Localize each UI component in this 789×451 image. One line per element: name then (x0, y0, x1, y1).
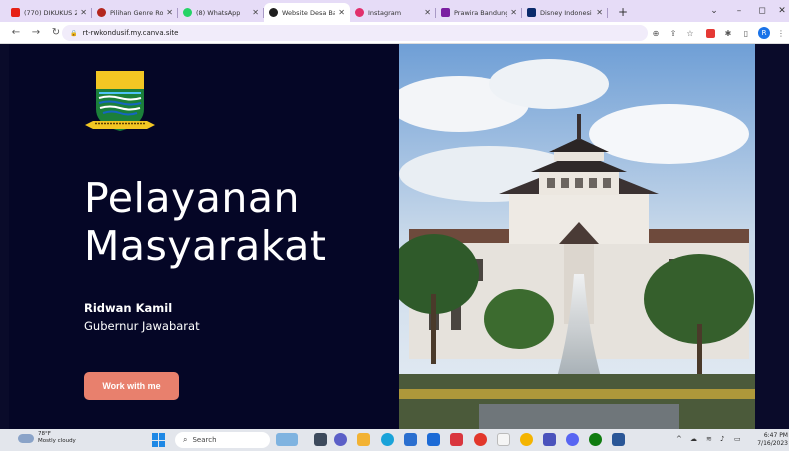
tab-favicon-icon (11, 8, 20, 17)
browser-tab[interactable]: Website Desa Ba ✕ (264, 3, 350, 22)
taskbar-search-label: Search (192, 436, 217, 444)
tab-close-icon[interactable]: ✕ (338, 8, 345, 17)
tab-label: Pilihan Genre Ro (110, 8, 164, 17)
app-icon-blue[interactable] (427, 433, 440, 446)
gedung-sate-photo (399, 44, 755, 429)
battery-icon[interactable]: ▭ (734, 435, 741, 443)
weather-widget[interactable]: 78°F Mostly cloudy (18, 431, 76, 445)
tab-close-icon[interactable]: ✕ (510, 8, 517, 17)
browser-tab[interactable]: Prawira Bandung ✕ (436, 3, 522, 22)
tab-strip: (770) DIKUKUS 2 ✕ Pilihan Genre Ro ✕ (8) Wha… (0, 0, 789, 22)
windows-taskbar: 78°F Mostly cloudy ⌕ Search ^ ☁ ≋ ♪ ▭ 6:… (0, 429, 789, 451)
back-icon[interactable]: ← (6, 27, 26, 38)
page-right-gutter (755, 44, 789, 429)
new-tab-button[interactable]: + (612, 3, 634, 22)
tab-label: (770) DIKUKUS 2 (24, 8, 78, 17)
profile-avatar[interactable]: R (758, 27, 770, 39)
tab-close-icon[interactable]: ✕ (252, 8, 259, 17)
opera-icon[interactable] (474, 433, 487, 446)
hero-headline: Pelayanan Masyarakat (84, 174, 326, 270)
browser-tab[interactable]: Instagram ✕ (350, 3, 436, 22)
browser-tab[interactable]: Disney Indonesi ✕ (522, 3, 608, 22)
task-view-icon[interactable] (314, 433, 327, 446)
clock-date: 7/16/2023 (757, 440, 788, 447)
address-bar[interactable]: 🔒 rt-rwkondusif.my.canva.site (62, 25, 648, 41)
notepad-icon[interactable] (497, 433, 510, 446)
edge-icon[interactable] (381, 433, 394, 446)
file-explorer-icon[interactable] (357, 433, 370, 446)
weather-desc: Mostly cloudy (38, 438, 76, 444)
tab-label: Website Desa Ba (282, 8, 336, 17)
taskbar-clock[interactable]: 6:47 PM 7/16/2023 (754, 432, 788, 448)
app-icon-red[interactable] (450, 433, 463, 446)
clock-time: 6:47 PM (763, 432, 788, 439)
tray-chevron-icon[interactable]: ^ (676, 435, 682, 443)
windows-start-icon[interactable] (152, 433, 166, 447)
tab-close-icon[interactable]: ✕ (80, 8, 87, 17)
volume-icon[interactable]: ♪ (720, 435, 724, 443)
tab-favicon-icon (527, 8, 536, 17)
person-name: Ridwan Kamil (84, 301, 173, 315)
website-page: Pelayanan Masyarakat Ridwan Kamil Gubern… (0, 44, 789, 429)
browser-toolbar: ← → ↻ 🔒 rt-rwkondusif.my.canva.site ⊕ ⇪ … (0, 22, 789, 44)
tab-favicon-icon (441, 8, 450, 17)
menu-kebab-icon[interactable]: ⋮ (775, 27, 787, 39)
headline-line-1: Pelayanan (84, 174, 300, 222)
chrome-icon[interactable] (520, 433, 533, 446)
xbox-icon[interactable] (589, 433, 602, 446)
tab-separator (607, 8, 608, 18)
taskbar-search[interactable]: ⌕ Search (175, 432, 270, 448)
headline-line-2: Masyarakat (84, 222, 327, 270)
browser-tab[interactable]: Pilihan Genre Ro ✕ (92, 3, 178, 22)
tab-favicon-icon (355, 8, 364, 17)
word-icon[interactable] (612, 433, 625, 446)
person-role: Gubernur Jawabarat (84, 319, 200, 333)
cloud-icon (18, 433, 34, 443)
tab-label: Instagram (368, 8, 402, 17)
tab-label: (8) WhatsApp (196, 8, 241, 17)
tab-favicon-icon (183, 8, 192, 17)
share-icon[interactable]: ⇪ (667, 27, 679, 39)
tab-favicon-icon (269, 8, 278, 17)
store-icon[interactable] (404, 433, 417, 446)
url-text: rt-rwkondusif.my.canva.site (82, 29, 179, 37)
tab-favicon-icon (97, 8, 106, 17)
extension-icon[interactable] (704, 27, 716, 39)
search-icon: ⌕ (183, 435, 188, 444)
onedrive-icon[interactable]: ☁ (690, 435, 697, 443)
browser-tab[interactable]: (770) DIKUKUS 2 ✕ (6, 3, 92, 22)
tab-search-icon[interactable]: ⌄ (700, 0, 728, 22)
tab-close-icon[interactable]: ✕ (596, 8, 603, 17)
work-with-me-button[interactable]: Work with me (84, 372, 179, 400)
close-window-button[interactable]: ✕ (768, 0, 789, 22)
jawa-barat-emblem-logo (85, 71, 155, 131)
chat-icon[interactable] (334, 433, 347, 446)
browser-tab[interactable]: (8) WhatsApp ✕ (178, 3, 264, 22)
extensions-puzzle-icon[interactable]: ✱ (722, 27, 734, 39)
weather-temp: 78°F (38, 431, 51, 437)
zoom-icon[interactable]: ⊕ (650, 27, 662, 39)
tab-close-icon[interactable]: ✕ (166, 8, 173, 17)
wifi-icon[interactable]: ≋ (706, 435, 712, 443)
side-panel-icon[interactable]: ▯ (740, 27, 752, 39)
tab-label: Prawira Bandung (454, 8, 508, 17)
bookmark-star-icon[interactable]: ☆ (684, 27, 696, 39)
teams-icon[interactable] (543, 433, 556, 446)
discord-icon[interactable] (566, 433, 579, 446)
forward-icon[interactable]: → (26, 27, 46, 38)
widgets-icon[interactable] (276, 433, 298, 446)
tab-close-icon[interactable]: ✕ (424, 8, 431, 17)
lock-icon[interactable]: 🔒 (70, 30, 77, 37)
tab-label: Disney Indonesi (540, 8, 592, 17)
